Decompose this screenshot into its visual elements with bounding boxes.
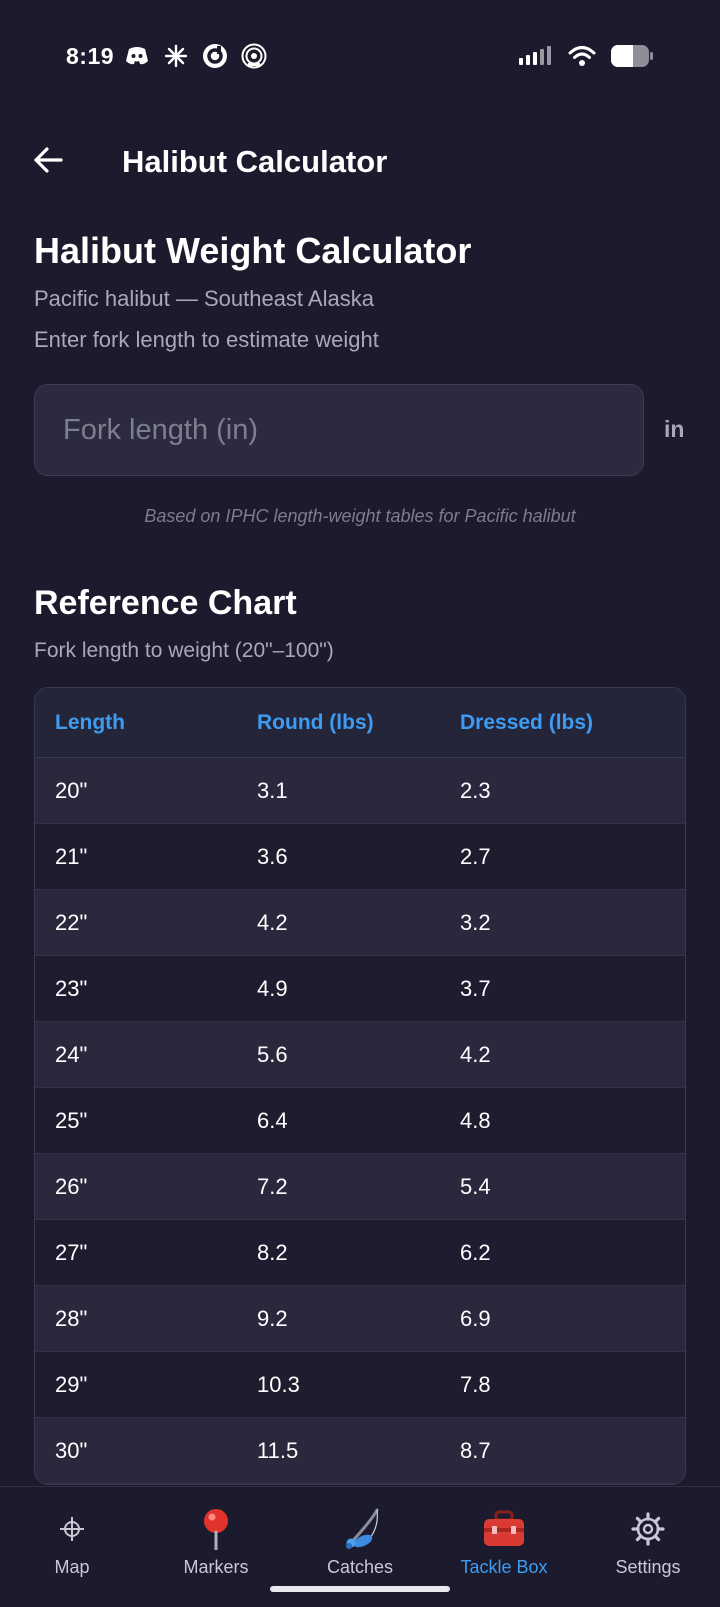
app-screen: 8:19 Halibut Calculator Halibut Weight C…	[0, 0, 720, 1607]
table-row: 25" 6.4 4.8	[35, 1088, 685, 1154]
length-cell: 28"	[55, 1305, 88, 1331]
length-cell: 26"	[55, 1173, 88, 1199]
length-cell: 29"	[55, 1371, 88, 1397]
calculator-subtitle: Pacific halibut — Southeast Alaska	[34, 286, 374, 311]
length-cell: 20"	[55, 777, 88, 803]
sparkle-icon	[163, 43, 189, 69]
dressed-weight-cell: 4.2	[460, 1041, 491, 1067]
round-weight-cell: 9.2	[257, 1305, 288, 1331]
nav-item-tackle-box[interactable]: Tackle Box	[432, 1487, 576, 1607]
length-cell: 27"	[55, 1239, 88, 1265]
length-cell: 24"	[55, 1041, 88, 1067]
length-cell: 21"	[55, 843, 88, 869]
length-cell: 25"	[55, 1107, 88, 1133]
ring-app-icon	[202, 43, 228, 69]
back-button[interactable]	[26, 140, 70, 184]
round-weight-cell: 5.6	[257, 1041, 288, 1067]
reference-subtitle: Fork length to weight (20"–100")	[34, 639, 334, 662]
calculator-instruction: Enter fork length to estimate weight	[34, 327, 379, 352]
dressed-weight-cell: 3.2	[460, 909, 491, 935]
round-weight-cell: 11.5	[257, 1437, 299, 1463]
round-weight-cell: 10.3	[257, 1371, 300, 1397]
column-header-round: Round (lbs)	[257, 710, 374, 734]
gear-icon	[631, 1507, 665, 1551]
system-icons	[518, 44, 654, 73]
dressed-weight-cell: 6.2	[460, 1239, 491, 1265]
dressed-weight-cell: 2.3	[460, 777, 491, 803]
nav-item-settings[interactable]: Settings	[576, 1487, 720, 1607]
unit-label: in	[664, 416, 685, 442]
length-cell: 23"	[55, 975, 88, 1001]
dressed-weight-cell: 7.8	[460, 1371, 491, 1397]
fishing-rod-icon	[340, 1507, 380, 1551]
table-row: 22" 4.2 3.2	[35, 890, 685, 956]
crosshair-icon	[59, 1507, 85, 1551]
table-row: 28" 9.2 6.9	[35, 1286, 685, 1352]
table-body: 20" 3.1 2.3 21" 3.6 2.7 22" 4.2 3.2 23" 4.9 3.7 …	[35, 758, 685, 1484]
signal-icon	[518, 46, 554, 71]
nav-label: Settings	[615, 1557, 681, 1577]
dressed-weight-cell: 8.7	[460, 1437, 491, 1463]
dressed-weight-cell: 4.8	[460, 1107, 491, 1133]
nav-label: Tackle Box	[460, 1557, 548, 1577]
round-weight-cell: 4.2	[257, 909, 288, 935]
notification-icons	[124, 43, 267, 69]
column-header-length: Length	[55, 710, 125, 734]
podcast-icon	[241, 43, 267, 69]
dressed-weight-cell: 2.7	[460, 843, 491, 869]
length-cell: 30"	[55, 1437, 88, 1463]
nav-item-markers[interactable]: Markers	[144, 1487, 288, 1607]
calculator-title: Halibut Weight Calculator	[34, 230, 472, 271]
dressed-weight-cell: 3.7	[460, 975, 491, 1001]
nav-item-map[interactable]: Map	[0, 1487, 144, 1607]
wifi-icon	[568, 45, 596, 72]
source-note: Based on IPHC length-weight tables for P…	[144, 506, 576, 526]
table-header: Length Round (lbs) Dressed (lbs)	[35, 688, 685, 758]
scroll-content[interactable]: Halibut Weight Calculator Pacific halibu…	[0, 210, 720, 1486]
nav-label: Map	[54, 1557, 90, 1577]
reference-title: Reference Chart	[34, 584, 297, 622]
dressed-weight-cell: 5.4	[460, 1173, 491, 1199]
table-row: 23" 4.9 3.7	[35, 956, 685, 1022]
round-weight-cell: 3.6	[257, 843, 288, 869]
pin-icon	[201, 1507, 231, 1551]
table-row: 30" 11.5 8.7	[35, 1418, 685, 1484]
fork-length-input[interactable]	[35, 385, 643, 475]
table-row: 21" 3.6 2.7	[35, 824, 685, 890]
nav-label: Catches	[326, 1557, 394, 1577]
round-weight-cell: 6.4	[257, 1107, 288, 1133]
page-title: Halibut Calculator	[122, 144, 388, 179]
table-row: 29" 10.3 7.8	[35, 1352, 685, 1418]
table-row: 27" 8.2 6.2	[35, 1220, 685, 1286]
toolbox-icon	[482, 1507, 526, 1551]
round-weight-cell: 4.9	[257, 975, 288, 1001]
home-indicator[interactable]	[270, 1586, 450, 1592]
fork-length-field[interactable]	[34, 384, 644, 476]
nav-label: Markers	[183, 1557, 249, 1577]
back-arrow-icon	[33, 146, 63, 178]
round-weight-cell: 3.1	[257, 777, 288, 803]
table-row: 20" 3.1 2.3	[35, 758, 685, 824]
table-row: 24" 5.6 4.2	[35, 1022, 685, 1088]
dressed-weight-cell: 6.9	[460, 1305, 491, 1331]
app-header: Halibut Calculator	[0, 130, 720, 196]
round-weight-cell: 8.2	[257, 1239, 288, 1265]
status-bar: 8:19	[0, 0, 720, 116]
round-weight-cell: 7.2	[257, 1173, 288, 1199]
discord-icon	[124, 43, 150, 69]
reference-table: Length Round (lbs) Dressed (lbs) 20" 3.1 2…	[34, 687, 686, 1485]
length-cell: 22"	[55, 909, 88, 935]
table-row: 26" 7.2 5.4	[35, 1154, 685, 1220]
status-time: 8:19	[66, 43, 115, 69]
column-header-dressed: Dressed (lbs)	[460, 710, 594, 734]
battery-icon	[610, 44, 654, 73]
